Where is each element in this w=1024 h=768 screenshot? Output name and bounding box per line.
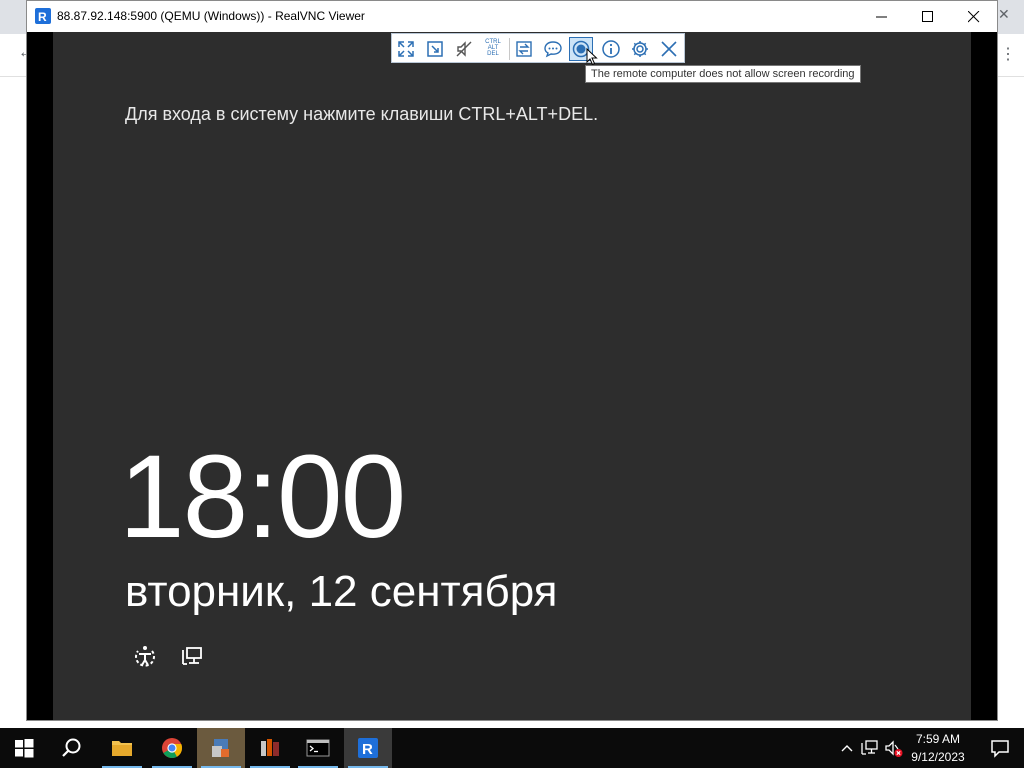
chrome-icon (162, 738, 183, 759)
ease-of-access-button[interactable] (131, 642, 159, 670)
close-window-button[interactable] (951, 1, 997, 32)
gear-icon (632, 41, 648, 57)
installer-taskbar-item[interactable] (197, 728, 245, 768)
taskbar-clock[interactable]: 7:59 AM 9/12/2023 (902, 730, 974, 766)
info-button[interactable] (599, 37, 623, 61)
search-button[interactable] (48, 728, 96, 768)
remote-lock-screen[interactable]: CTRL ALT DEL The remote computer does no… (53, 32, 971, 720)
window-title: 88.87.92.148:5900 (QEMU (Windows)) - Rea… (57, 9, 365, 23)
file-explorer-taskbar-item[interactable] (98, 728, 146, 768)
mouse-cursor-icon (586, 48, 598, 66)
vnc-toolbar: CTRL ALT DEL (391, 33, 685, 63)
browser-close-icon[interactable]: ✕ (998, 6, 1010, 23)
terminal-icon (306, 739, 330, 757)
ease-of-access-icon (135, 646, 155, 667)
volume-muted-icon[interactable] (884, 740, 904, 758)
command-prompt-taskbar-item[interactable] (294, 728, 342, 768)
logon-hint-text: Для входа в систему нажмите клавиши CTRL… (125, 104, 599, 124)
server-manager-icon (261, 739, 279, 756)
close-icon (661, 41, 677, 57)
chevron-up-icon[interactable] (840, 741, 854, 755)
title-bar: R 88.87.92.148:5900 (QEMU (Windows)) - R… (27, 1, 997, 32)
ctrl-alt-del-button[interactable]: CTRL ALT DEL (481, 37, 505, 61)
chat-icon (544, 41, 562, 58)
network-tray-icon[interactable] (861, 740, 879, 756)
svg-text:R: R (38, 10, 47, 24)
file-transfer-button[interactable] (512, 37, 536, 61)
scale-button[interactable] (423, 37, 447, 61)
chrome-taskbar-item[interactable] (148, 728, 196, 768)
system-tray (836, 728, 904, 768)
scale-icon (427, 41, 443, 57)
record-tooltip: The remote computer does not allow scree… (585, 65, 861, 83)
full-screen-button[interactable] (394, 37, 418, 61)
settings-button[interactable] (628, 37, 652, 61)
lock-screen-time: 18:00 (119, 431, 406, 563)
toolbar-separator (509, 38, 510, 60)
realvnc-logo-icon: R (35, 8, 51, 24)
windows-logo-icon (15, 739, 34, 758)
browser-menu-icon[interactable]: ⋮ (1000, 44, 1016, 64)
taskbar-date: 9/12/2023 (911, 750, 965, 764)
vnc-viewer-window: R 88.87.92.148:5900 (QEMU (Windows)) - R… (26, 0, 998, 721)
network-icon (182, 647, 202, 665)
close-session-button[interactable] (657, 37, 681, 61)
search-icon (62, 738, 81, 757)
taskbar-time: 7:59 AM (915, 732, 961, 746)
server-manager-taskbar-item[interactable] (246, 728, 294, 768)
transfer-icon (516, 41, 532, 57)
realvnc-icon: R (358, 738, 378, 758)
speaker-muted-icon (456, 41, 472, 57)
action-center-button[interactable] (976, 728, 1024, 768)
realvnc-taskbar-item[interactable]: R (344, 728, 392, 768)
expand-icon (398, 41, 414, 57)
start-button[interactable] (0, 728, 48, 768)
svg-text:R: R (362, 741, 373, 758)
minimize-button[interactable] (859, 1, 905, 32)
maximize-button[interactable] (905, 1, 951, 32)
info-icon (602, 40, 620, 58)
taskbar: R 7:59 AM 9/12/2023 (0, 728, 1024, 768)
notification-icon (991, 740, 1009, 758)
folder-icon (112, 741, 132, 756)
lock-screen-date: вторник, 12 сентября (125, 567, 558, 616)
audio-button[interactable] (452, 37, 476, 61)
installer-icon (212, 739, 229, 757)
del-label-line: DEL (487, 51, 499, 57)
network-button[interactable] (179, 642, 207, 670)
chat-button[interactable] (541, 37, 565, 61)
